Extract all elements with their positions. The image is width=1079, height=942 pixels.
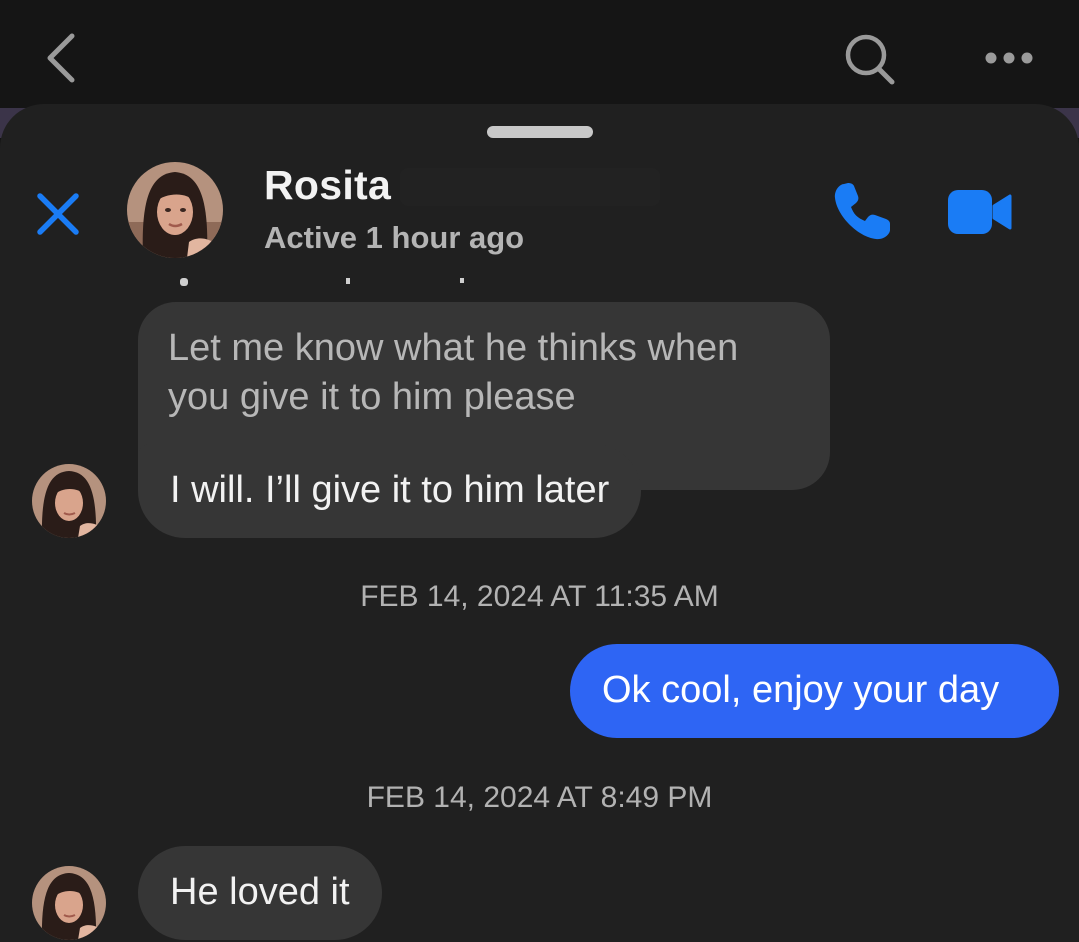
message-timestamp: FEB 14, 2024 AT 11:35 AM: [360, 580, 719, 613]
contact-avatar[interactable]: [127, 162, 223, 258]
phone-icon[interactable]: [830, 180, 894, 244]
message-text: He loved it: [170, 871, 350, 913]
incoming-message-bubble[interactable]: I will. I’ll give it to him later: [138, 444, 642, 538]
video-camera-icon[interactable]: [944, 184, 1014, 240]
message-text: I will. I’ll give it to him later: [170, 469, 610, 511]
message-text: Ok cool, enjoy your day: [602, 669, 1000, 711]
back-chevron-icon[interactable]: [40, 30, 84, 86]
message-timestamp: FEB 14, 2024 AT 8:49 PM: [366, 781, 713, 814]
outgoing-message-bubble[interactable]: Ok cool, enjoy your day: [570, 644, 1059, 738]
sender-avatar[interactable]: [32, 866, 106, 940]
contact-name[interactable]: Rosita: [264, 162, 391, 209]
cropped-message-remnant: [180, 278, 464, 286]
search-icon[interactable]: [842, 32, 896, 86]
close-icon[interactable]: [34, 190, 82, 238]
redacted-surname: [400, 168, 660, 206]
sender-avatar[interactable]: [32, 464, 106, 538]
message-text-line: Let me know what he thinks when: [168, 327, 739, 369]
incoming-message-bubble[interactable]: He loved it: [138, 846, 382, 940]
sheet-drag-handle[interactable]: [487, 126, 593, 138]
top-app-bar: [0, 0, 1079, 112]
message-text-line: you give it to him please: [168, 376, 576, 418]
more-options-icon[interactable]: [982, 48, 1036, 68]
contact-status: Active 1 hour ago: [264, 220, 525, 255]
messenger-screen: Rosita Active 1 hour ago Let me know wha…: [0, 0, 1079, 942]
